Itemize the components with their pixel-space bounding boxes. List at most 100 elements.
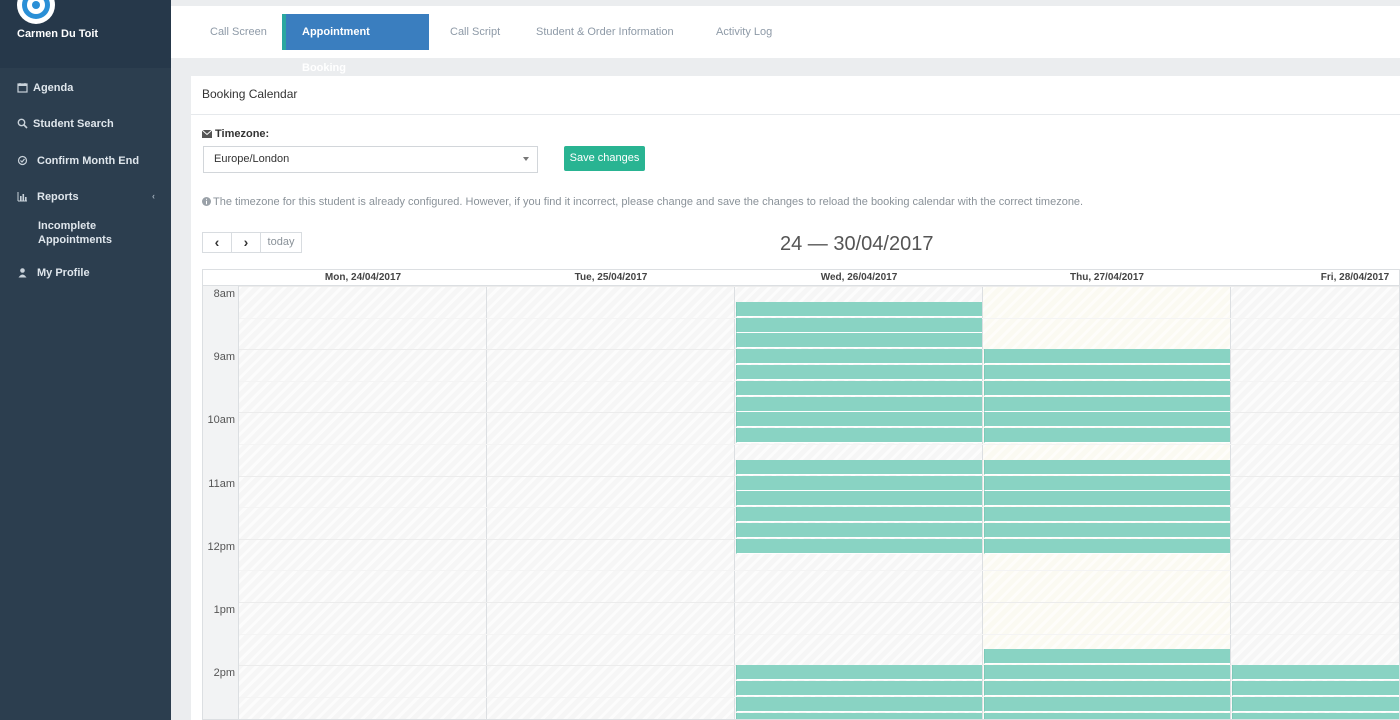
available-slot[interactable]: [984, 475, 1230, 491]
available-slot[interactable]: [736, 507, 982, 523]
available-slot[interactable]: [1232, 696, 1399, 712]
tab-call-script[interactable]: Call Script: [434, 14, 516, 50]
sidebar-item-confirm-month-end[interactable]: Confirm Month End: [0, 152, 171, 172]
sidebar-item-label: Reports: [37, 191, 79, 203]
available-slot[interactable]: [984, 396, 1230, 412]
available-slot[interactable]: [736, 475, 982, 491]
available-slot[interactable]: [984, 428, 1230, 444]
grid-line: [239, 286, 1399, 287]
tab-student-order-information[interactable]: Student & Order Information: [520, 14, 690, 50]
available-slot[interactable]: [736, 491, 982, 507]
prev-week-button[interactable]: ‹: [202, 232, 232, 253]
available-slot[interactable]: [984, 523, 1230, 538]
week-calendar-grid: Mon, 24/04/2017 Tue, 25/04/2017 Wed, 26/…: [202, 269, 1400, 720]
available-slot[interactable]: [736, 681, 982, 696]
grid-line: [239, 570, 1399, 572]
available-slot[interactable]: [736, 665, 982, 681]
sidebar-item-student-search[interactable]: Student Search: [0, 115, 171, 135]
available-slot[interactable]: [984, 459, 1230, 475]
chevron-right-icon: ›: [243, 234, 249, 250]
calendar-range-title: 24 — 30/04/2017: [780, 233, 934, 255]
available-slot[interactable]: [736, 396, 982, 412]
booking-calendar-panel: Booking Calendar Timezone: Europe/London…: [191, 76, 1400, 720]
available-slot[interactable]: [984, 349, 1230, 365]
sidebar-item-agenda[interactable]: Agenda: [0, 79, 171, 99]
time-label: 10am: [207, 414, 235, 426]
available-slot[interactable]: [736, 523, 982, 538]
available-slot[interactable]: [1232, 681, 1399, 696]
timezone-label: Timezone:: [201, 128, 270, 141]
available-slot[interactable]: [984, 412, 1230, 428]
available-slot[interactable]: [736, 380, 982, 396]
today-button[interactable]: today: [260, 232, 302, 253]
grid-line: [239, 602, 1399, 603]
check-circle-icon: [17, 155, 28, 166]
chevron-left-icon: ‹: [152, 191, 155, 201]
day-column-mon[interactable]: [239, 286, 487, 719]
available-slot[interactable]: [984, 365, 1230, 380]
info-icon: [202, 197, 211, 209]
sidebar-profile-header: Carmen Du Toit: [0, 0, 171, 68]
tab-call-screen[interactable]: Call Screen: [194, 14, 283, 50]
available-slot[interactable]: [736, 459, 982, 475]
user-icon: [17, 267, 28, 278]
available-slot[interactable]: [736, 428, 982, 444]
sidebar-item-my-profile[interactable]: My Profile: [0, 264, 171, 284]
grid-line: [239, 633, 1399, 635]
search-icon: [17, 118, 28, 129]
tab-activity-log[interactable]: Activity Log: [700, 14, 788, 50]
sidebar-item-label: Confirm Month End: [37, 155, 140, 167]
day-column-fri[interactable]: [1231, 286, 1399, 719]
available-slot[interactable]: [984, 712, 1230, 719]
user-name: Carmen Du Toit: [17, 28, 99, 40]
sidebar: Carmen Du Toit Agenda Student Search Con…: [0, 0, 171, 720]
caret-down-icon: [523, 157, 529, 161]
available-slot[interactable]: [736, 696, 982, 712]
time-gutter: 8am 9am 10am 11am 12pm 1pm 2pm: [203, 286, 239, 719]
panel-title: Booking Calendar: [202, 87, 298, 101]
available-slot[interactable]: [984, 507, 1230, 523]
day-header-wed: Wed, 26/04/2017: [820, 272, 898, 283]
available-slot[interactable]: [984, 696, 1230, 712]
sidebar-item-label: Agenda: [33, 82, 74, 94]
day-header-fri: Fri, 28/04/2017: [1320, 272, 1390, 283]
next-week-button[interactable]: ›: [231, 232, 261, 253]
time-label: 1pm: [213, 604, 235, 616]
time-label: 9am: [213, 351, 235, 363]
time-label: 12pm: [207, 541, 235, 553]
available-slot[interactable]: [736, 538, 982, 554]
sidebar-item-reports[interactable]: Reports ‹: [0, 188, 171, 208]
available-slot[interactable]: [736, 412, 982, 428]
day-header-thu: Thu, 27/04/2017: [1070, 272, 1144, 283]
timezone-label-text: Timezone:: [215, 128, 270, 140]
avatar[interactable]: [17, 0, 55, 24]
sidebar-subitem-incomplete-appointments[interactable]: Incomplete Appointments: [38, 219, 148, 247]
available-slot[interactable]: [736, 349, 982, 365]
available-slot[interactable]: [984, 649, 1230, 665]
available-slot[interactable]: [1232, 712, 1399, 719]
time-label: 8am: [213, 288, 235, 300]
envelope-icon: [201, 129, 213, 141]
save-changes-button[interactable]: Save changes: [564, 146, 645, 171]
available-slot[interactable]: [736, 301, 982, 317]
day-column-tue[interactable]: [487, 286, 735, 719]
bar-chart-icon: [17, 191, 28, 202]
timezone-select[interactable]: Europe/London: [203, 146, 538, 173]
timezone-note: The timezone for this student is already…: [202, 196, 1083, 209]
panel-header: Booking Calendar: [191, 76, 1400, 115]
available-slot[interactable]: [984, 491, 1230, 507]
available-slot[interactable]: [1232, 665, 1399, 681]
tab-bar: Call Screen Appointment Booking Call Scr…: [171, 6, 1400, 74]
available-slot[interactable]: [736, 712, 982, 719]
tab-appointment-booking[interactable]: Appointment Booking: [282, 14, 429, 74]
available-slot[interactable]: [736, 317, 982, 333]
available-slot[interactable]: [984, 665, 1230, 681]
timezone-select-value: Europe/London: [214, 153, 290, 165]
calendar-icon: [17, 82, 28, 93]
available-slot[interactable]: [984, 380, 1230, 396]
available-slot[interactable]: [736, 365, 982, 380]
available-slot[interactable]: [984, 681, 1230, 696]
available-slot[interactable]: [736, 333, 982, 349]
timezone-note-text: The timezone for this student is already…: [213, 196, 1084, 208]
available-slot[interactable]: [984, 538, 1230, 554]
